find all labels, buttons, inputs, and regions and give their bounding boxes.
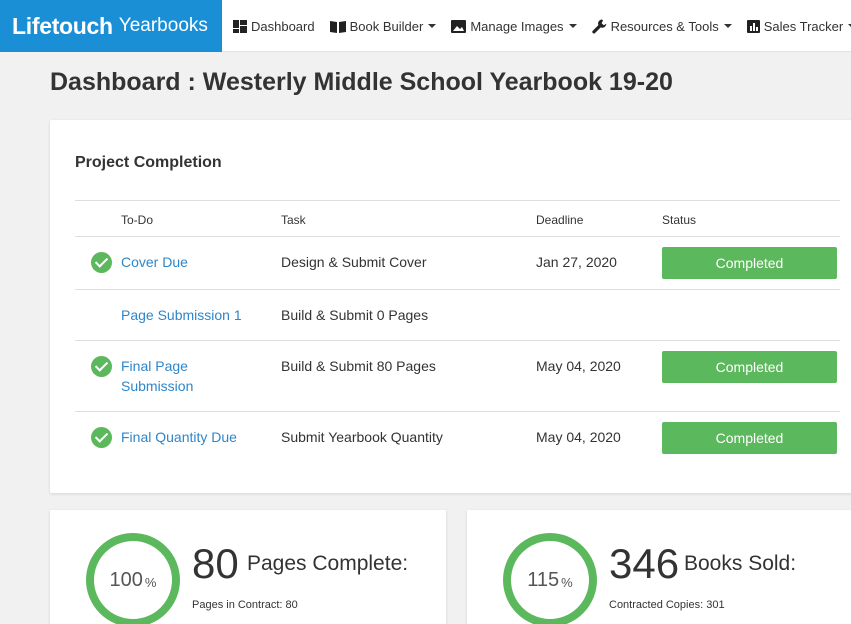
pages-percent: 100 — [109, 568, 143, 591]
book-icon — [329, 20, 346, 33]
books-percent: 115 — [527, 568, 560, 591]
deadline-text: May 04, 2020 — [536, 358, 621, 374]
bar-chart-icon — [746, 19, 760, 33]
column-header-task: Task — [281, 213, 306, 227]
check-circle-icon — [91, 356, 112, 377]
dashboard-icon — [233, 19, 247, 33]
logo-brand: Lifetouch — [12, 12, 113, 39]
page-title: Dashboard : Westerly Middle School Yearb… — [50, 68, 673, 96]
project-completion-card: Project Completion To-Do Task Deadline S… — [50, 120, 851, 493]
nav-resources-tools-label: Resources & Tools — [610, 18, 719, 34]
check-circle-icon — [91, 427, 112, 448]
deadline-text: May 04, 2020 — [536, 429, 621, 445]
pages-in-contract: Pages in Contract: 80 — [192, 599, 298, 611]
table-row: Cover Due Design & Submit Cover Jan 27, … — [75, 236, 840, 289]
chevron-down-icon — [428, 24, 437, 28]
check-circle-icon — [91, 252, 112, 273]
todo-link[interactable]: Cover Due — [121, 252, 261, 272]
logo-sub: Yearbooks — [118, 15, 208, 36]
task-text: Design & Submit Cover — [281, 254, 427, 270]
nav-dashboard[interactable]: Dashboard — [233, 19, 315, 34]
column-header-todo: To-Do — [121, 213, 154, 227]
chevron-down-icon — [723, 24, 732, 28]
books-sold-label: Books Sold: — [684, 552, 797, 575]
books-progress-ring: 115 % — [503, 533, 597, 624]
todo-link[interactable]: Final Page Submission — [121, 356, 261, 396]
pages-complete-label: Pages Complete: — [247, 552, 409, 575]
task-text: Submit Yearbook Quantity — [281, 429, 443, 445]
nav-sales-tracker-label: Sales Tracker — [763, 18, 844, 34]
contracted-copies: Contracted Copies: 301 — [609, 599, 725, 611]
nav-dashboard-label: Dashboard — [251, 18, 315, 34]
nav-book-builder[interactable]: Book Builder — [329, 18, 437, 34]
project-completion-title: Project Completion — [75, 154, 222, 171]
books-sold-card: 115 % 346 Books Sold: Contracted Copies:… — [467, 510, 851, 624]
pages-complete-number: 80 — [192, 540, 239, 587]
task-text: Build & Submit 0 Pages — [281, 307, 429, 323]
column-header-status: Status — [662, 213, 697, 227]
nav-resources-tools[interactable]: Resources & Tools — [591, 18, 732, 34]
chevron-down-icon — [568, 24, 577, 28]
deadline-text: Jan 27, 2020 — [536, 254, 617, 270]
top-navbar: Lifetouch Yearbooks Dashboard Book Build… — [0, 0, 851, 52]
image-icon — [451, 19, 467, 33]
pages-progress-ring: 100 % — [86, 533, 180, 624]
table-header: To-Do Task Deadline Status — [75, 200, 840, 236]
nav-manage-images[interactable]: Manage Images — [451, 18, 577, 34]
pages-percent-unit: % — [144, 574, 157, 590]
column-header-deadline: Deadline — [536, 213, 584, 227]
todo-link[interactable]: Page Submission 1 — [121, 305, 261, 325]
status-badge: Completed — [662, 351, 837, 383]
nav-book-builder-label: Book Builder — [349, 18, 424, 34]
todo-link[interactable]: Final Quantity Due — [121, 427, 261, 447]
nav-manage-images-label: Manage Images — [470, 18, 564, 34]
table-row: Final Page Submission Build & Submit 80 … — [75, 340, 840, 411]
main-nav: Dashboard Book Builder Manage Images Res… — [222, 0, 851, 52]
status-badge: Completed — [662, 247, 837, 279]
task-text: Build & Submit 80 Pages — [281, 358, 436, 374]
lifetouch-yearbooks-logo[interactable]: Lifetouch Yearbooks — [0, 0, 222, 52]
nav-sales-tracker[interactable]: Sales Tracker — [746, 18, 851, 34]
project-completion-table: To-Do Task Deadline Status Cover Due Des… — [75, 200, 840, 464]
pages-complete-card: 100 % 80 Pages Complete: Pages in Contra… — [50, 510, 446, 624]
books-percent-unit: % — [561, 574, 573, 590]
books-sold-number: 346 — [609, 540, 680, 587]
status-badge: Completed — [662, 422, 837, 454]
table-row: Page Submission 1 Build & Submit 0 Pages — [75, 289, 840, 340]
table-row: Final Quantity Due Submit Yearbook Quant… — [75, 411, 840, 464]
wrench-icon — [591, 19, 606, 33]
